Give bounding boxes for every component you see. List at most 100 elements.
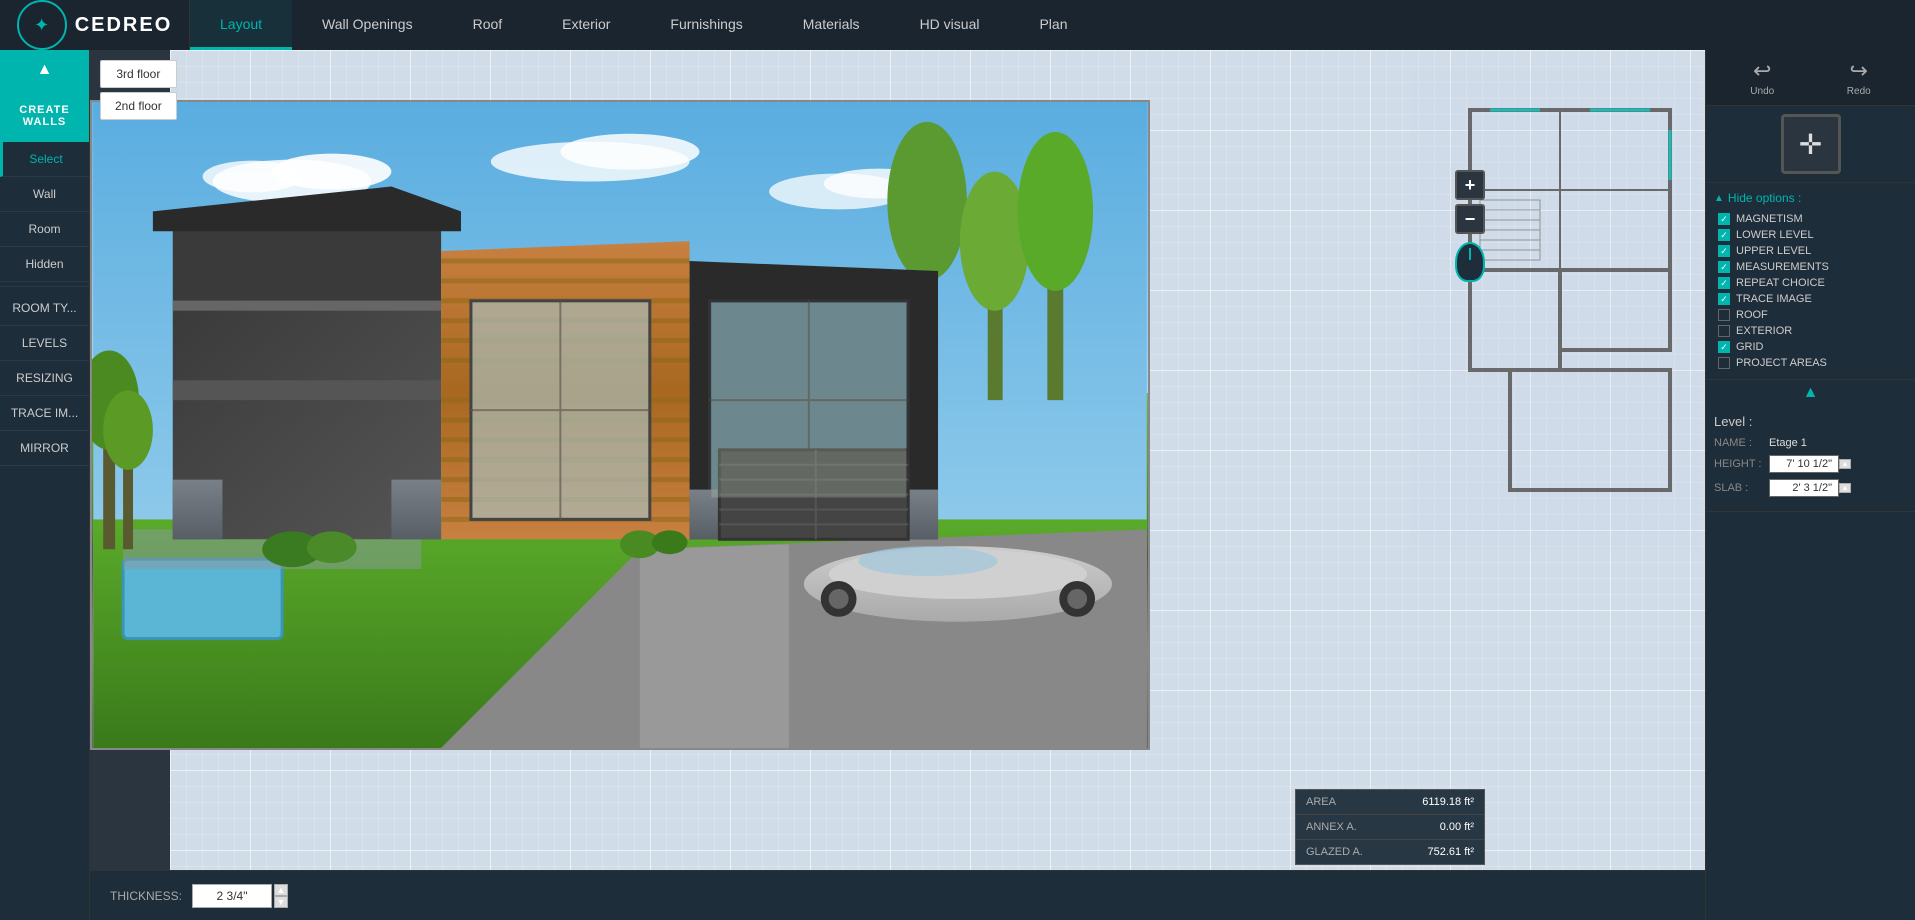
tab-materials[interactable]: Materials — [773, 0, 890, 50]
create-walls-button[interactable]: CREATE WALLS — [0, 90, 89, 142]
project-areas-checkbox[interactable] — [1718, 357, 1730, 369]
level-height-input[interactable] — [1769, 455, 1839, 473]
option-exterior[interactable]: EXTERIOR — [1714, 323, 1907, 339]
thickness-input[interactable] — [192, 884, 272, 908]
tab-furnishings[interactable]: Furnishings — [640, 0, 772, 50]
area-value-glazed: 752.61 ft² — [1404, 840, 1484, 864]
thickness-arrows: ▲ ▼ — [274, 884, 288, 908]
sidebar-menu: Select Wall Room Hidden ROOM TY... LEVEL… — [0, 142, 89, 466]
chevron-up-icon: ▲ — [37, 61, 53, 79]
option-project-areas[interactable]: PROJECT AREAS — [1714, 355, 1907, 371]
sidebar-item-wall[interactable]: Wall — [0, 177, 89, 212]
zoom-out-button[interactable]: − — [1455, 204, 1485, 234]
thickness-decrease-button[interactable]: ▼ — [274, 896, 288, 908]
area-value-annex: 0.00 ft² — [1404, 815, 1484, 839]
redo-icon: ↪ — [1850, 58, 1868, 84]
undo-redo-bar: ↩ Undo ↪ Redo — [1706, 50, 1915, 106]
left-sidebar: ▲ CREATE WALLS Select Wall Room Hidden R… — [0, 50, 90, 920]
option-grid[interactable]: ✓ GRID — [1714, 339, 1907, 355]
grid-checkbox[interactable]: ✓ — [1718, 341, 1730, 353]
floor-button-2nd[interactable]: 2nd floor — [100, 92, 177, 120]
level-slab-input-group: ▲ — [1769, 479, 1851, 497]
area-row-annex: ANNEX A. 0.00 ft² — [1296, 815, 1484, 840]
repeat-choice-label: REPEAT CHOICE — [1736, 277, 1825, 289]
bottom-toolbar: THICKNESS: ▲ ▼ — [90, 870, 1705, 920]
redo-label: Redo — [1847, 86, 1871, 97]
level-slab-input[interactable] — [1769, 479, 1839, 497]
undo-button[interactable]: ↩ Undo — [1750, 58, 1774, 97]
sidebar-item-trace-image[interactable]: TRACE IM... — [0, 396, 89, 431]
hide-options-header[interactable]: ▲ Hide options : — [1714, 191, 1907, 205]
trace-image-label: TRACE IMAGE — [1736, 293, 1812, 305]
compass-button[interactable]: ✛ — [1781, 114, 1841, 174]
zoom-controls: + − — [1455, 170, 1485, 286]
main-layout: ▲ CREATE WALLS Select Wall Room Hidden R… — [0, 50, 1915, 920]
magnetism-checkbox[interactable]: ✓ — [1718, 213, 1730, 225]
option-upper-level[interactable]: ✓ UPPER LEVEL — [1714, 243, 1907, 259]
compass-icon: ✛ — [1799, 128, 1822, 161]
sidebar-item-resizing[interactable]: RESIZING — [0, 361, 89, 396]
house-3d-view — [90, 100, 1150, 750]
tab-plan[interactable]: Plan — [1009, 0, 1097, 50]
exterior-label: EXTERIOR — [1736, 325, 1792, 337]
grid-label: GRID — [1736, 341, 1764, 353]
sidebar-item-levels[interactable]: LEVELS — [0, 326, 89, 361]
level-height-input-group: ▲ — [1769, 455, 1851, 473]
hide-options-title: Hide options : — [1728, 191, 1801, 205]
option-repeat-choice[interactable]: ✓ REPEAT CHOICE — [1714, 275, 1907, 291]
level-slab-label: SLAB : — [1714, 482, 1769, 494]
area-label-glazed: GLAZED A. — [1296, 840, 1404, 864]
thickness-increase-button[interactable]: ▲ — [274, 884, 288, 896]
option-lower-level[interactable]: ✓ LOWER LEVEL — [1714, 227, 1907, 243]
option-measurements[interactable]: ✓ MEASUREMENTS — [1714, 259, 1907, 275]
sidebar-item-mirror[interactable]: MIRROR — [0, 431, 89, 466]
height-increase-button[interactable]: ▲ — [1839, 459, 1851, 469]
canvas-area[interactable]: 3rd floor 2nd floor — [90, 50, 1705, 920]
navigation-compass: ✛ — [1706, 106, 1915, 183]
option-roof[interactable]: ROOF — [1714, 307, 1907, 323]
exterior-checkbox[interactable] — [1718, 325, 1730, 337]
level-name-row: NAME : Etage 1 — [1714, 437, 1907, 449]
tab-exterior[interactable]: Exterior — [532, 0, 640, 50]
sidebar-collapse-button[interactable]: ▲ — [0, 50, 89, 90]
expand-button[interactable]: ▲ — [1803, 384, 1819, 402]
sidebar-item-room[interactable]: Room — [0, 212, 89, 247]
roof-checkbox[interactable] — [1718, 309, 1730, 321]
logo-icon[interactable]: ✦ — [17, 0, 67, 50]
right-panel: ↩ Undo ↪ Redo ✛ ▲ Hide options : ✓ MAGNE… — [1705, 50, 1915, 920]
lower-level-checkbox[interactable]: ✓ — [1718, 229, 1730, 241]
option-magnetism[interactable]: ✓ MAGNETISM — [1714, 211, 1907, 227]
level-header: Level : — [1714, 414, 1907, 429]
redo-button[interactable]: ↪ Redo — [1847, 58, 1871, 97]
tab-wall-openings[interactable]: Wall Openings — [292, 0, 443, 50]
floor-plan-svg — [1410, 70, 1700, 550]
trace-image-checkbox[interactable]: ✓ — [1718, 293, 1730, 305]
tab-roof[interactable]: Roof — [443, 0, 533, 50]
logo-area: ✦ CEDREO — [0, 0, 190, 50]
expand-button-area: ▲ — [1706, 380, 1915, 406]
sidebar-item-hidden[interactable]: Hidden — [0, 247, 89, 282]
option-trace-image[interactable]: ✓ TRACE IMAGE — [1714, 291, 1907, 307]
tab-hd-visual[interactable]: HD visual — [890, 0, 1010, 50]
level-name-label: NAME : — [1714, 437, 1769, 449]
area-info-panel: AREA 6119.18 ft² ANNEX A. 0.00 ft² GLAZE… — [1295, 789, 1485, 865]
repeat-choice-checkbox[interactable]: ✓ — [1718, 277, 1730, 289]
house-svg — [92, 102, 1148, 748]
measurements-label: MEASUREMENTS — [1736, 261, 1829, 273]
logo-text: CEDREO — [75, 14, 173, 37]
house-render — [92, 102, 1148, 748]
level-title: Level : — [1714, 414, 1752, 429]
upper-level-checkbox[interactable]: ✓ — [1718, 245, 1730, 257]
thickness-label: THICKNESS: — [110, 889, 182, 903]
project-areas-label: PROJECT AREAS — [1736, 357, 1827, 369]
undo-label: Undo — [1750, 86, 1774, 97]
sidebar-divider-1 — [0, 286, 89, 287]
slab-increase-button[interactable]: ▲ — [1839, 483, 1851, 493]
tab-layout[interactable]: Layout — [190, 0, 292, 50]
zoom-in-button[interactable]: + — [1455, 170, 1485, 200]
sidebar-item-room-type[interactable]: ROOM TY... — [0, 291, 89, 326]
floor-button-3rd[interactable]: 3rd floor — [100, 60, 177, 88]
measurements-checkbox[interactable]: ✓ — [1718, 261, 1730, 273]
area-row-glazed: GLAZED A. 752.61 ft² — [1296, 840, 1484, 864]
sidebar-item-select[interactable]: Select — [0, 142, 89, 177]
